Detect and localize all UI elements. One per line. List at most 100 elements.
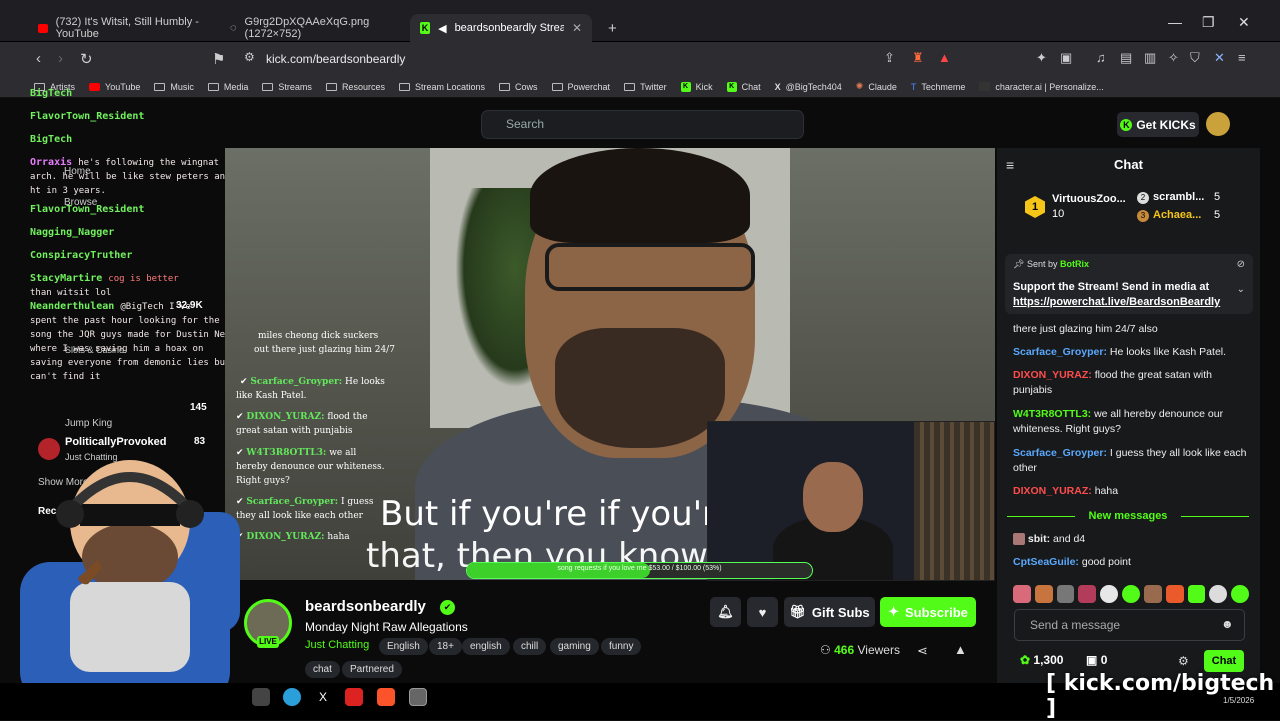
app-icon[interactable] [409,688,427,706]
bookmark-youtube[interactable]: YouTube [89,82,140,92]
wallet-icon[interactable]: ▥ [1144,50,1156,66]
tag-pill[interactable]: 18+ [429,638,462,655]
emoji-icon[interactable]: ☻ [1221,617,1234,631]
app-icon[interactable] [345,688,363,706]
share-icon[interactable]: ⇪ [884,50,895,66]
search-input[interactable]: Search [481,110,804,139]
tag-pill[interactable]: chill [513,638,547,655]
chat-user[interactable]: DIXON_YURAZ: [1013,369,1092,381]
tag-pill[interactable]: english [462,638,510,655]
bookmark-kick[interactable]: K Kick [680,81,713,92]
chat-text: haha [327,532,350,542]
emote-icon[interactable] [1078,585,1097,603]
url-text[interactable]: kick.com/beardsonbeardly [266,52,405,66]
x-icon[interactable]: X [314,688,332,706]
bookmark-cows[interactable]: Cows [499,82,538,92]
emote-icon[interactable] [1034,585,1053,603]
back-icon[interactable]: ‹ [36,50,41,67]
user-avatar[interactable] [1206,112,1230,136]
gift-subs-button[interactable]: 🎁︎ Gift Subs [784,597,875,627]
bookmark-streams[interactable]: Streams [262,82,312,92]
bookmark-stream-locations[interactable]: Stream Locations [398,82,485,92]
chat-user[interactable]: CptSeaGuile: [1013,556,1079,568]
gift-count[interactable]: ▣ 0 [1086,653,1107,667]
bookmark-characterai[interactable]: character.ai | Personalize... [979,82,1104,92]
new-tab-button[interactable]: + [598,14,627,42]
gifter-name[interactable]: scrambl... [1153,191,1204,203]
rewards-icon[interactable]: ▲ [938,50,951,65]
ai-icon[interactable]: ✧ [1168,50,1179,66]
gifter-name[interactable]: Achaea... [1153,209,1201,221]
bookmark-twitter[interactable]: Twitter [624,82,667,92]
sidebar-channel-name[interactable]: PoliticallyProvoked [65,436,166,448]
bookmark-chat[interactable]: K Chat [726,81,761,92]
expand-pin-icon[interactable]: ⌄ [1237,284,1245,295]
extensions-icon[interactable]: ✦ [1036,50,1047,66]
chat-user[interactable]: Scarface_Groyper: [1013,346,1107,358]
bookmark-techmeme[interactable]: T Techmeme [911,82,966,92]
emote-icon[interactable] [1231,585,1249,603]
emote-icon[interactable] [1013,585,1031,603]
bookmark-music[interactable]: Music [154,82,194,92]
pinned-link[interactable]: https://powerchat.live/BeardsonBeardly [1013,296,1220,308]
bookmark-resources[interactable]: Resources [325,82,385,92]
chat-settings-icon[interactable]: ⚙ [1178,654,1189,668]
brave-shield-icon[interactable]: ♜ [912,50,924,66]
maximize-icon[interactable]: ❐ [1202,14,1215,31]
tag-pill[interactable]: gaming [550,638,599,655]
app-icon[interactable] [252,688,270,706]
emote-icon[interactable] [1209,585,1228,603]
gifter-name[interactable]: VirtuousZoo... [1052,193,1126,205]
menu-icon[interactable]: ≡ [1238,50,1246,65]
bookmark-powerchat[interactable]: Powerchat [551,82,610,92]
stream-category[interactable]: Just Chatting [305,639,369,651]
site-settings-icon[interactable]: ⚙ [244,50,255,64]
emote-icon[interactable] [1165,585,1184,603]
channel-points[interactable]: ✿ 1,300 [1020,653,1063,667]
brave-icon[interactable] [377,688,395,706]
emote-icon[interactable] [1143,585,1162,603]
chat-user[interactable]: Scarface_Groyper: [1013,447,1107,459]
sidebar-icon[interactable]: ▣ [1060,50,1072,66]
bookmark-media[interactable]: Media [207,82,248,92]
bookmark-icon[interactable]: ⚑ [212,50,225,68]
pin-icon: 📌︎ [1013,259,1025,269]
reload-icon[interactable]: ↻ [80,50,93,68]
tab-youtube[interactable]: (732) It's Witsit, Still Humbly - YouTub… [28,14,218,42]
tag-pill[interactable]: funny [601,638,642,655]
emote-icon[interactable] [1100,585,1119,603]
music-icon[interactable]: ♫ [1096,50,1106,65]
minimize-icon[interactable]: — [1168,14,1182,30]
chat-input[interactable]: Send a message [1014,609,1245,641]
get-kicks-button[interactable]: K Get KICKs [1117,112,1199,137]
share-icon[interactable]: ⋖ [917,643,928,659]
chat-user[interactable]: W4T3R8OTTL3: [1013,408,1091,420]
notify-bell-button[interactable]: 🔔︎ [710,597,741,627]
follow-heart-button[interactable]: ♥ [747,597,778,627]
emote-icon[interactable] [1122,585,1140,603]
chat-user[interactable]: sbit: [1028,533,1050,545]
emote-icon[interactable] [1187,585,1206,603]
close-window-icon[interactable]: ✕ [1238,14,1250,31]
tag-pill[interactable]: Partnered [342,661,402,678]
subscribe-button[interactable]: ✦ Subscribe [880,597,976,627]
vpn-icon[interactable]: ⛉ [1190,50,1200,66]
send-chat-button[interactable]: Chat [1204,650,1244,672]
forward-icon[interactable]: › [58,50,63,67]
telegram-icon[interactable] [283,688,301,706]
bookmark-x[interactable]: X @BigTech404 [775,82,842,92]
tag-pill[interactable]: chat [305,661,340,678]
chat-user[interactable]: DIXON_YURAZ: [1013,485,1092,497]
report-icon[interactable]: ▲ [954,642,967,657]
tab-kick[interactable]: K ◀ beardsonbeardly Stream - Watch Li ✕ [410,14,592,42]
get-kicks-label: Get KICKs [1136,117,1196,132]
emote-icon[interactable] [1056,585,1075,603]
bookmark-claude[interactable]: ✺ Claude [856,81,897,92]
close-tab-icon[interactable]: ✕ [572,21,582,35]
tag-pill[interactable]: English [379,638,428,655]
hide-pin-icon[interactable]: ⊘ [1237,259,1245,270]
channel-name[interactable]: beardsonbeardly [305,598,426,615]
tab-image[interactable]: ◌ G9rg2DpXQAAeXqG.png (1272×752) [220,14,410,42]
reading-icon[interactable]: ▤ [1120,50,1132,66]
profile-icon[interactable]: ✕ [1214,50,1225,66]
